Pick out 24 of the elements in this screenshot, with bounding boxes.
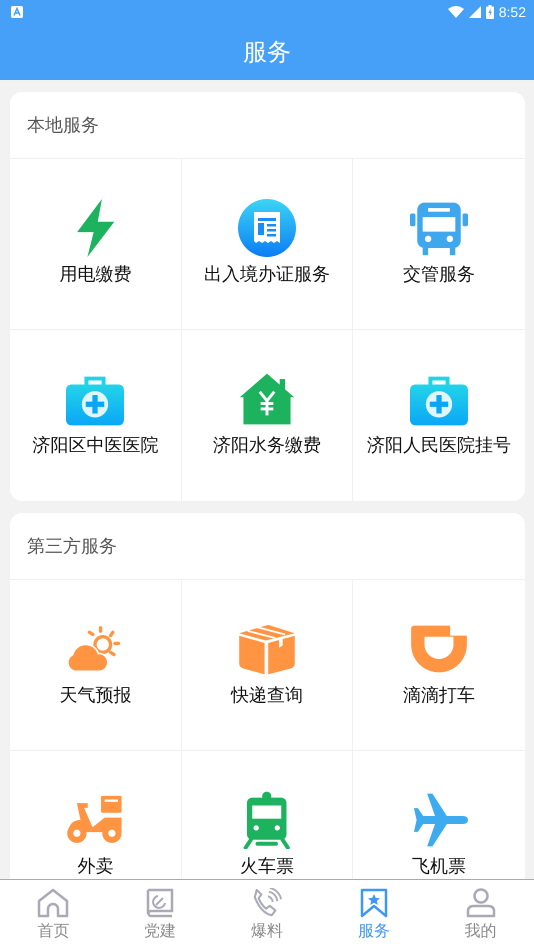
service-item[interactable]: 济阳人民医院挂号 <box>353 330 525 501</box>
service-item[interactable]: 出入境办证服务 <box>182 159 354 330</box>
clock-time: 8:52 <box>498 4 526 20</box>
book-icon <box>144 888 176 918</box>
page-title: 服务 <box>243 37 291 68</box>
service-item[interactable]: 用电缴费 <box>10 159 182 330</box>
train-icon <box>243 791 291 850</box>
service-item[interactable]: 飞机票 <box>353 751 525 879</box>
lightning-icon <box>74 198 116 257</box>
service-item[interactable]: 滴滴打车 <box>353 580 525 751</box>
service-item[interactable]: 天气预报 <box>10 580 182 751</box>
person-icon <box>464 888 497 918</box>
section-title: 第三方服务 <box>27 535 117 558</box>
battery-icon <box>486 5 494 19</box>
home-icon <box>37 888 70 918</box>
wifi-icon <box>448 6 464 18</box>
service-item[interactable]: 交管服务 <box>353 159 525 330</box>
section-title: 本地服务 <box>27 114 99 137</box>
service-item[interactable]: 济阳水务缴费 <box>182 330 354 501</box>
notification-icon <box>11 6 23 18</box>
service-item[interactable]: 济阳区中医医院 <box>10 330 182 501</box>
service-item[interactable]: 快递查询 <box>182 580 354 751</box>
signal-icon <box>468 6 481 18</box>
document-icon <box>238 198 296 257</box>
